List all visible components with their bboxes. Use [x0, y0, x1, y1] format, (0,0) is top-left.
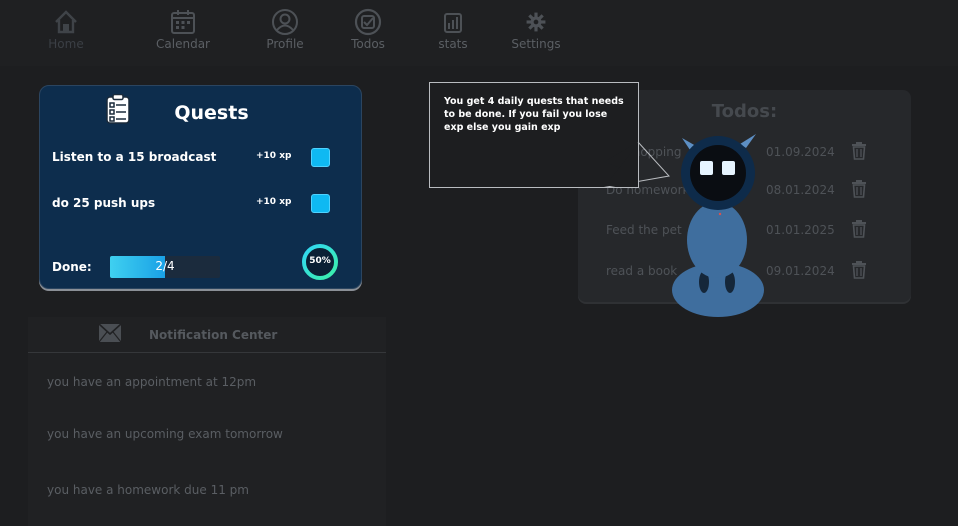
notification-header: Notification Center	[28, 317, 386, 353]
quest-text: Listen to a 15 broadcast	[52, 150, 217, 164]
nav-home[interactable]: Home	[26, 8, 106, 51]
todo-date: 08.01.2024	[766, 183, 835, 197]
quest-progress-text: 2/4	[155, 259, 175, 273]
robot-mascot[interactable]	[668, 128, 768, 320]
todo-date: 01.09.2024	[766, 145, 835, 159]
profile-icon	[272, 9, 298, 35]
notification-center: Notification Center you have an appointm…	[28, 317, 386, 526]
help-tooltip: You get 4 daily quests that needs to be …	[429, 82, 670, 188]
completion-percent: 50%	[309, 256, 331, 266]
gear-icon	[526, 12, 546, 32]
nav-profile-label: Profile	[266, 37, 304, 51]
quests-card: Quests Listen to a 15 broadcast +10 xp d…	[39, 85, 362, 289]
home-icon	[55, 10, 77, 34]
calendar-icon	[171, 10, 195, 34]
envelope-icon	[98, 323, 122, 343]
nav-todos-label: Todos	[351, 37, 385, 51]
quest-checkbox[interactable]	[311, 194, 330, 213]
trash-icon[interactable]	[851, 261, 867, 279]
nav-settings-label: Settings	[511, 37, 561, 51]
quest-item: Listen to a 15 broadcast +10 xp	[52, 148, 352, 170]
quest-xp: +10 xp	[256, 151, 292, 161]
todo-date: 09.01.2024	[766, 264, 835, 278]
quest-checkbox[interactable]	[311, 148, 330, 167]
nav-stats[interactable]: stats	[413, 8, 493, 51]
quest-xp: +10 xp	[256, 197, 292, 207]
notification-item[interactable]: you have an appointment at 12pm	[47, 375, 256, 389]
todo-text: read a book	[606, 264, 678, 278]
todo-date: 01.01.2025	[766, 223, 835, 237]
nav-calendar[interactable]: Calendar	[143, 8, 223, 51]
todos-icon	[354, 8, 382, 36]
trash-icon[interactable]	[851, 142, 867, 160]
nav-profile[interactable]: Profile	[245, 8, 325, 51]
notification-item[interactable]: you have a homework due 11 pm	[47, 483, 249, 497]
nav-todos[interactable]: Todos	[328, 8, 408, 51]
notification-title: Notification Center	[149, 328, 278, 342]
quest-item: do 25 push ups +10 xp	[52, 194, 352, 216]
quest-text: do 25 push ups	[52, 196, 156, 210]
nav-home-label: Home	[48, 37, 84, 51]
nav-settings[interactable]: Settings	[496, 8, 576, 51]
tooltip-tail	[603, 141, 670, 188]
done-label: Done:	[52, 260, 92, 274]
trash-icon[interactable]	[851, 220, 867, 238]
quests-title: Quests	[174, 102, 249, 124]
notification-item[interactable]: you have an upcoming exam tomorrow	[47, 427, 283, 441]
trash-icon[interactable]	[851, 180, 867, 198]
nav-stats-label: stats	[438, 37, 468, 51]
nav-calendar-label: Calendar	[156, 37, 210, 51]
top-nav: Home Calendar Profile Todos stats Settin…	[0, 0, 958, 66]
stats-icon	[444, 13, 462, 33]
quest-progress-bar: 2/4	[110, 256, 220, 278]
